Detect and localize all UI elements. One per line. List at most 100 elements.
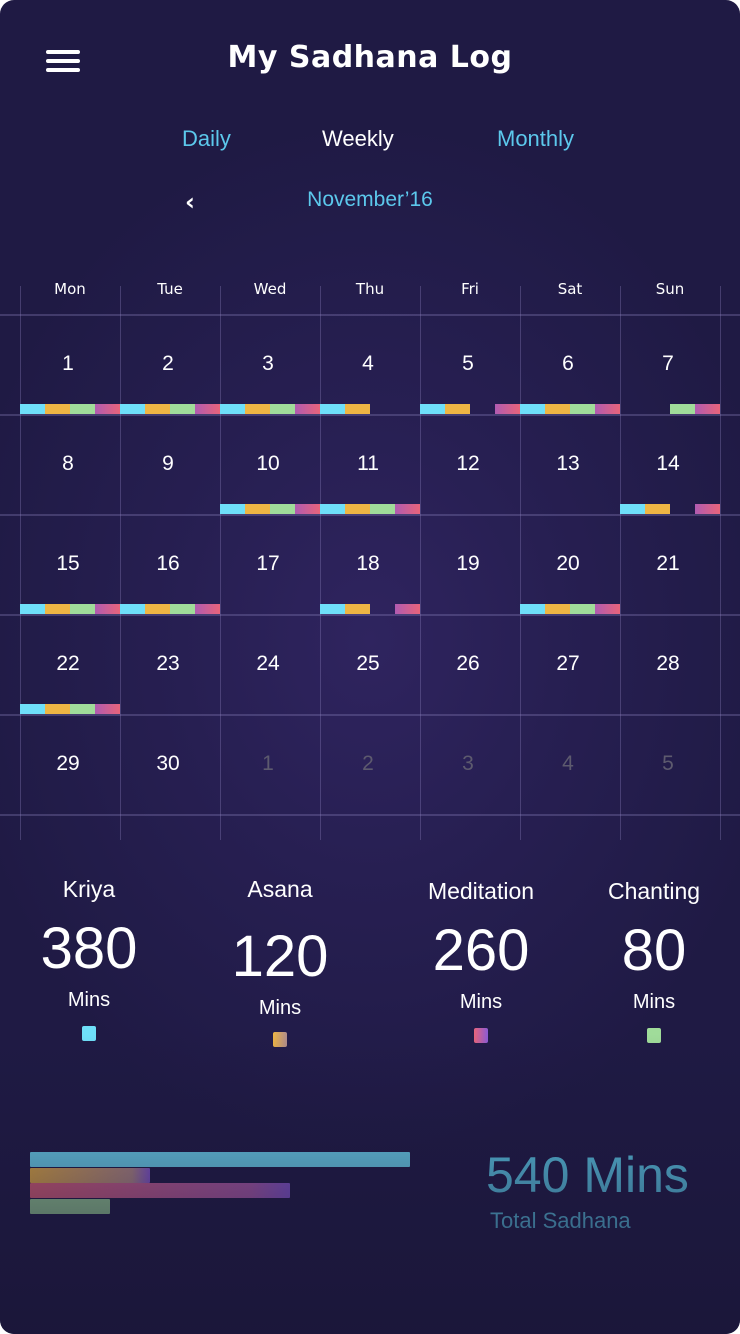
practice-segment-chanting — [270, 504, 295, 514]
practice-segment-kriya — [20, 604, 45, 614]
legend-swatch-meditation — [474, 1028, 488, 1043]
practice-segment-meditation — [495, 404, 520, 414]
calendar-day[interactable]: 21 — [620, 514, 720, 614]
calendar-grid: Mon Tue Wed Thu Fri Sat Sun 1 2 3 4 5 6 7 8 9 10 11 12 13 14… — [0, 270, 740, 850]
stat-unit: Mins — [632, 991, 676, 1013]
tab-daily[interactable]: Daily — [182, 126, 231, 152]
practice-segment-chanting — [570, 604, 595, 614]
calendar-day[interactable]: 25 — [320, 614, 420, 714]
day-number: 25 — [356, 652, 380, 675]
practice-segment-kriya — [20, 704, 45, 714]
practice-segment-kriya — [320, 604, 345, 614]
calendar-day[interactable]: 28 — [620, 614, 720, 714]
total-minutes: 540 Mins — [486, 1147, 689, 1203]
calendar-day[interactable]: 1 — [220, 714, 320, 814]
day-number: 2 — [162, 352, 174, 375]
day-number: 24 — [256, 652, 280, 675]
calendar-day[interactable]: 22 — [20, 614, 120, 714]
day-number: 16 — [156, 552, 180, 575]
bar-meditation — [30, 1183, 290, 1198]
stat-value: 120 — [231, 924, 329, 989]
calendar-day[interactable]: 29 — [20, 714, 120, 814]
grid-hline — [0, 814, 740, 816]
day-number: 4 — [362, 352, 374, 375]
calendar-day[interactable]: 24 — [220, 614, 320, 714]
calendar-day[interactable]: 10 — [220, 414, 320, 514]
day-number: 20 — [556, 552, 580, 575]
weekday-wed: Wed — [253, 280, 287, 298]
practice-segment-asana — [345, 404, 370, 414]
practice-segment-chanting — [70, 704, 95, 714]
calendar-day[interactable]: 20 — [520, 514, 620, 614]
calendar-day[interactable]: 17 — [220, 514, 320, 614]
calendar-day[interactable]: 13 — [520, 414, 620, 514]
calendar-day[interactable]: 30 — [120, 714, 220, 814]
practice-segment-meditation — [595, 404, 620, 414]
day-number: 29 — [56, 752, 80, 775]
calendar-day[interactable]: 8 — [20, 414, 120, 514]
calendar-day[interactable]: 3 — [420, 714, 520, 814]
practice-segment-kriya — [520, 604, 545, 614]
practice-segment-meditation — [395, 604, 420, 614]
practice-segment-kriya — [220, 404, 245, 414]
practice-segment-asana — [245, 404, 270, 414]
stat-label: Chanting — [607, 878, 701, 904]
calendar-day[interactable]: 3 — [220, 314, 320, 414]
calendar-day[interactable]: 4 — [520, 714, 620, 814]
calendar-day[interactable]: 9 — [120, 414, 220, 514]
stat-kriya: Kriya 380 Mins — [0, 876, 179, 1041]
calendar-day[interactable]: 4 — [320, 314, 420, 414]
practice-segment-kriya — [220, 504, 245, 514]
day-number: 11 — [357, 452, 379, 475]
calendar-day[interactable]: 23 — [120, 614, 220, 714]
stat-value: 260 — [432, 918, 530, 983]
bar-kriya — [30, 1152, 410, 1167]
practice-segment-asana — [345, 504, 370, 514]
day-number: 18 — [356, 552, 380, 575]
month-label: November’16 — [307, 188, 433, 211]
practice-segment-chanting — [70, 404, 95, 414]
calendar-day[interactable]: 12 — [420, 414, 520, 514]
tab-monthly[interactable]: Monthly — [497, 126, 574, 152]
practice-segment-asana — [445, 404, 470, 414]
practice-segment-kriya — [320, 404, 345, 414]
practice-segment-meditation — [695, 404, 720, 414]
calendar-day[interactable]: 11 — [320, 414, 420, 514]
practice-segment-asana — [545, 604, 570, 614]
stat-label: Asana — [247, 876, 313, 902]
day-number: 6 — [562, 352, 574, 375]
calendar-day[interactable]: 5 — [420, 314, 520, 414]
day-number: 10 — [256, 452, 280, 475]
practice-segment-asana — [145, 404, 170, 414]
day-number: 5 — [462, 352, 474, 375]
day-number: 19 — [456, 552, 480, 575]
day-number: 27 — [556, 652, 580, 675]
calendar-day[interactable]: 2 — [320, 714, 420, 814]
stat-label: Meditation — [427, 878, 535, 904]
sadhana-log-screen: My Sadhana Log Daily Weekly Monthly Nove… — [0, 0, 740, 1334]
stat-chanting: Chanting 80 Mins — [564, 878, 740, 1043]
practice-segment-chanting — [670, 404, 695, 414]
tab-weekly[interactable]: Weekly — [322, 126, 394, 152]
calendar-day[interactable]: 2 — [120, 314, 220, 414]
calendar-day[interactable]: 15 — [20, 514, 120, 614]
calendar-day[interactable]: 18 — [320, 514, 420, 614]
calendar-day[interactable]: 19 — [420, 514, 520, 614]
calendar-day[interactable]: 5 — [620, 714, 720, 814]
calendar-day[interactable]: 14 — [620, 414, 720, 514]
calendar-day[interactable]: 7 — [620, 314, 720, 414]
calendar-day[interactable]: 27 — [520, 614, 620, 714]
calendar-day[interactable]: 6 — [520, 314, 620, 414]
practice-segment-asana — [245, 504, 270, 514]
practice-segment-chanting — [170, 604, 195, 614]
practice-segment-asana — [145, 604, 170, 614]
stat-meditation: Meditation 260 Mins — [391, 878, 571, 1043]
stat-asana: Asana 120 Mins — [190, 876, 370, 1047]
calendar-day[interactable]: 1 — [20, 314, 120, 414]
weekday-sat: Sat — [557, 280, 583, 298]
prev-month-button[interactable]: ‹ — [185, 188, 195, 216]
practice-segment-chanting — [570, 404, 595, 414]
calendar-day[interactable]: 26 — [420, 614, 520, 714]
practice-segment-meditation — [595, 604, 620, 614]
calendar-day[interactable]: 16 — [120, 514, 220, 614]
